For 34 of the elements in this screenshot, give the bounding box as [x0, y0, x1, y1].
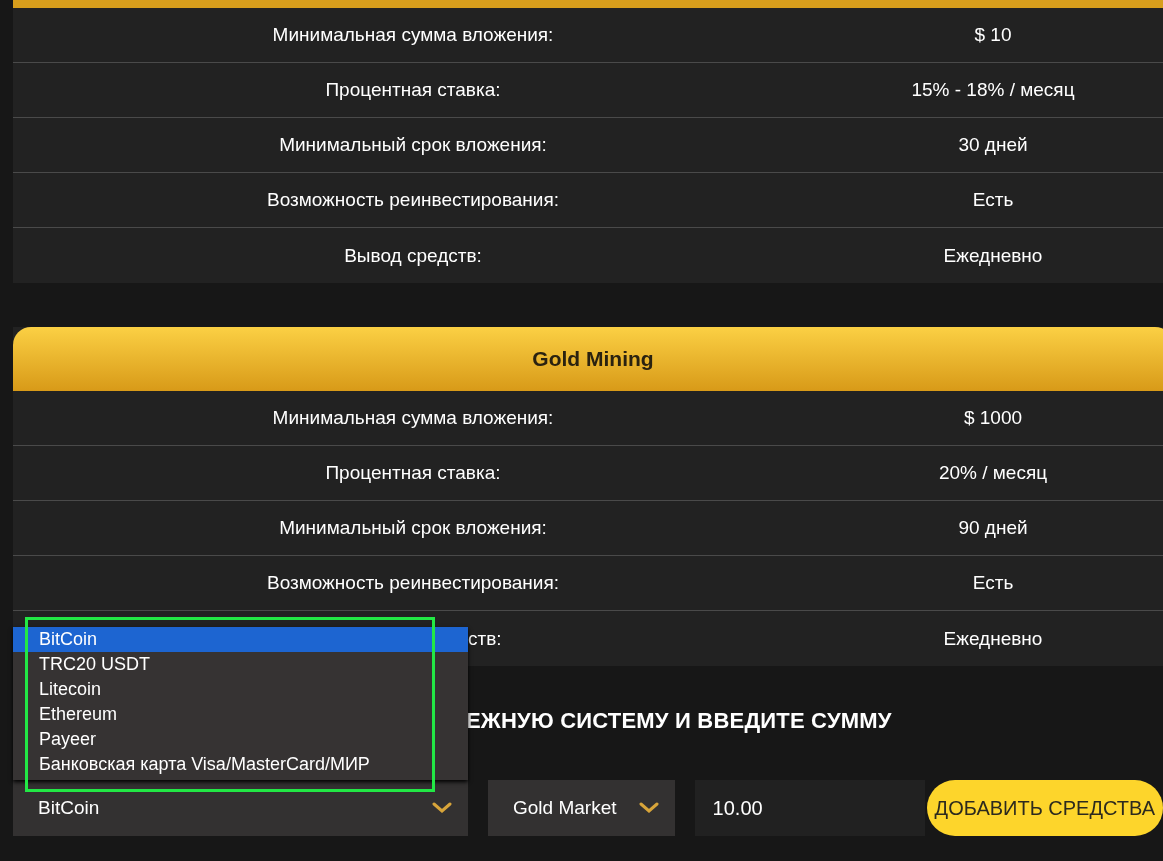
- row-value: Есть: [972, 572, 1014, 594]
- row-value: Ежедневно: [943, 627, 1043, 650]
- dropdown-option[interactable]: Litecoin: [13, 677, 468, 702]
- row-label: Минимальный срок вложения:: [279, 517, 547, 539]
- row-value: $ 10: [974, 24, 1012, 46]
- row-value: Ежедневно: [943, 244, 1043, 267]
- row-label: Процентная ставка:: [325, 462, 501, 484]
- row-label: Вывод средств:: [344, 244, 482, 267]
- row-label: Минимальный срок вложения:: [279, 134, 547, 156]
- row-value: $ 1000: [963, 407, 1023, 429]
- row-label: ств:: [468, 627, 502, 650]
- chevron-down-icon: [432, 802, 452, 814]
- row-label: Минимальная сумма вложения:: [272, 24, 554, 46]
- dropdown-option[interactable]: Ethereum: [13, 702, 468, 727]
- section-heading: ЕЖНУЮ СИСТЕМУ И ВВЕДИТЕ СУММУ: [466, 707, 892, 735]
- chevron-down-icon: [638, 802, 659, 814]
- row-label: Минимальная сумма вложения:: [272, 407, 554, 429]
- plan-select[interactable]: Gold Market: [488, 780, 675, 836]
- dropdown-option[interactable]: BitCoin: [13, 627, 468, 652]
- payment-select[interactable]: BitCoin: [13, 780, 468, 836]
- row-label: Возможность реинвестирования:: [266, 572, 560, 594]
- row-label: Возможность реинвестирования:: [266, 189, 560, 211]
- row-label: Процентная ставка:: [325, 79, 501, 101]
- row-value: 20% / месяц: [938, 462, 1048, 484]
- amount-field[interactable]: 10.00: [694, 780, 925, 836]
- dropdown-option[interactable]: Банковская карта Visa/MasterCard/МИР: [13, 752, 468, 777]
- dropdown-option[interactable]: Payeer: [13, 727, 468, 752]
- dropdown-option[interactable]: TRC20 USDT: [13, 652, 468, 677]
- row-value: 30 дней: [958, 134, 1028, 156]
- row-value: Есть: [972, 189, 1014, 211]
- row-value: 90 дней: [958, 517, 1028, 539]
- add-funds-button[interactable]: ДОБАВИТЬ СРЕДСТВА: [926, 780, 1163, 836]
- row-value: 15% - 18% / месяц: [911, 79, 1075, 101]
- plan-title: Gold Mining: [532, 347, 654, 371]
